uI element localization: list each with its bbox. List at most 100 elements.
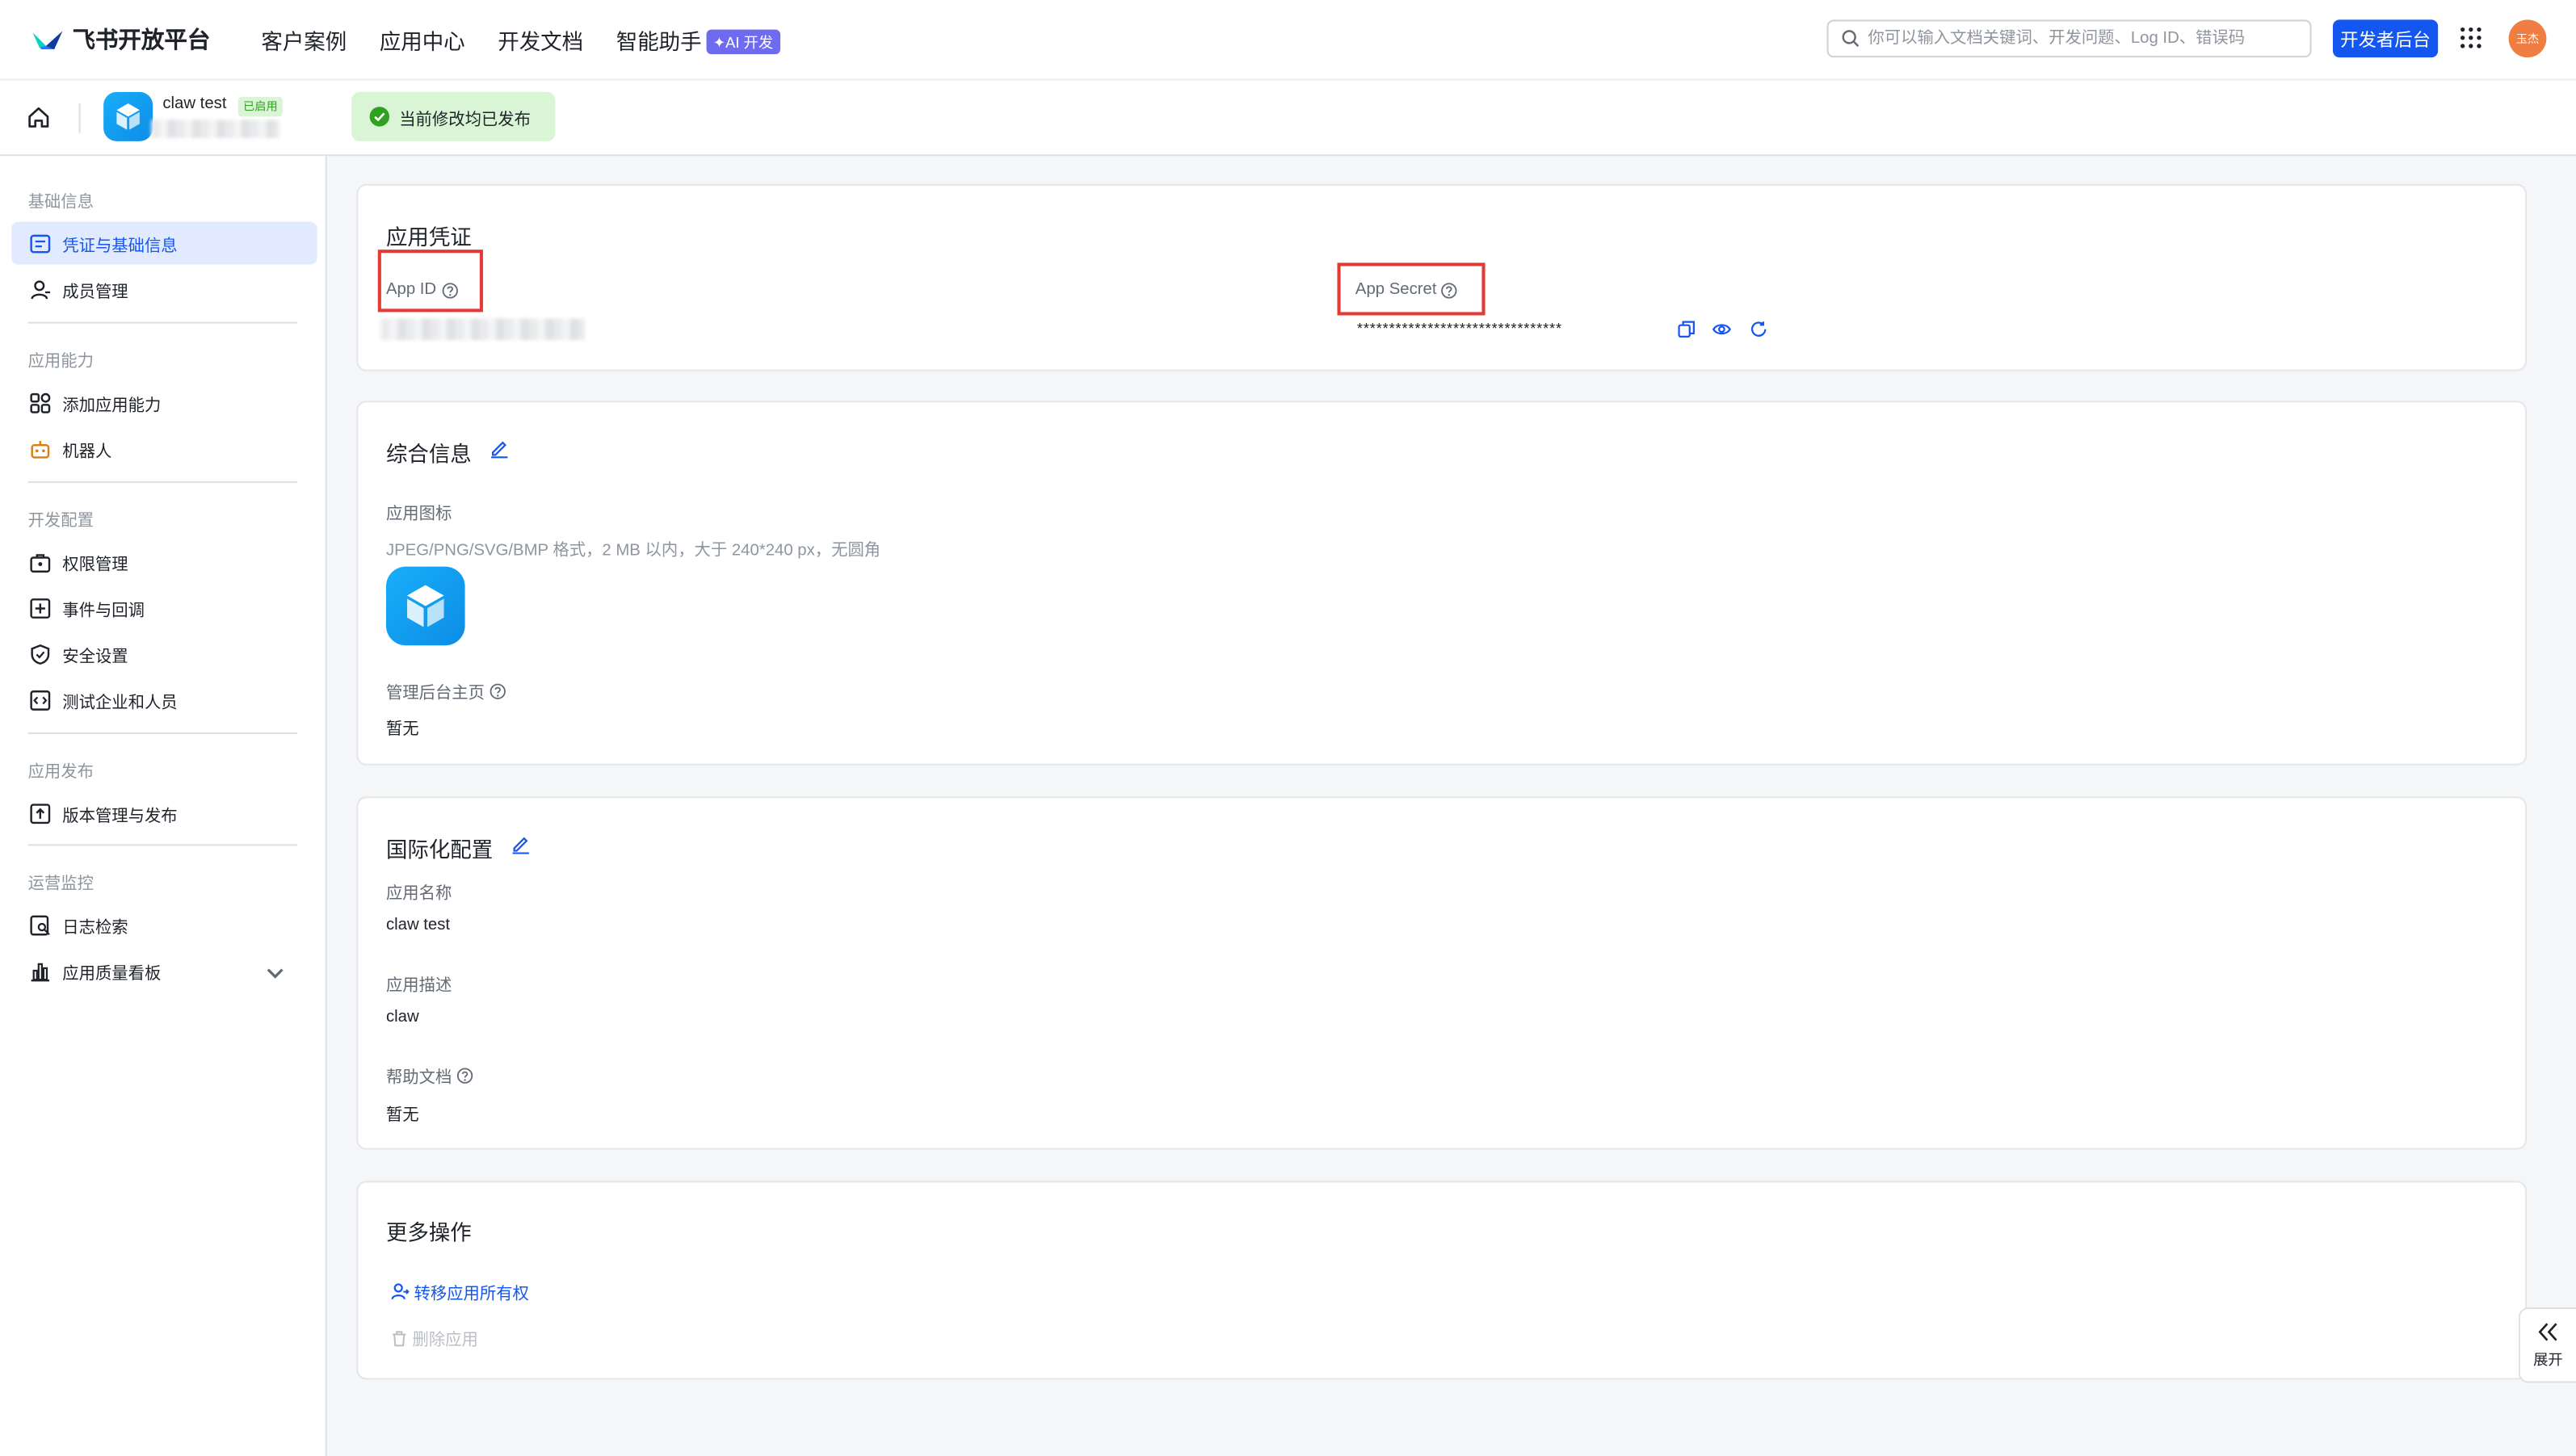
admin-home-label: 管理后台主页 [386,678,506,703]
nav-link-docs[interactable]: 开发文档 [498,23,583,55]
permission-icon [30,553,51,572]
sidebar-item-logs[interactable]: 日志检索 [11,904,317,946]
app-name: claw test [162,94,227,114]
i18n-config-card: 国际化配置 应用名称 claw test 应用描述 claw 帮助文档 暂无 [356,796,2527,1150]
sidebar-item-label: 机器人 [62,443,112,461]
nav-link-assistant-label: 智能助手 [616,28,702,54]
admin-home-label-text: 管理后台主页 [385,685,485,703]
i18n-title: 国际化配置 [385,837,494,862]
sidebar-item-label: 日志检索 [62,918,128,938]
more-actions-title: 更多操作 [385,1220,472,1245]
double-chevron-left-icon [2538,1322,2557,1341]
feishu-logo-icon [32,31,63,50]
sidebar-item-events[interactable]: 事件与回调 [11,586,317,629]
cube-icon [406,585,444,627]
apps-grid-icon[interactable] [2460,27,2482,49]
check-circle-icon [369,107,390,127]
eye-icon[interactable] [1712,321,1731,338]
expand-label: 展开 [2533,1350,2563,1368]
delete-app-text: 删除应用 [412,1332,478,1350]
robot-icon [31,440,50,458]
help-doc-value: 暂无 [385,1106,419,1126]
nav-link-app-center[interactable]: 应用中心 [380,23,465,55]
app-desc-label: 应用描述 [385,977,452,996]
transfer-user-icon [391,1283,410,1300]
sidebar-item-label: 版本管理与发布 [62,807,178,825]
search-box[interactable] [1826,19,2312,58]
app-icon-label: 应用图标 [385,506,452,524]
nav-link-assistant[interactable]: 智能助手 ✦AI 开发 [616,23,780,55]
general-info-title: 综合信息 [385,442,472,467]
divider [27,844,298,846]
app-secret-value: ******************************** [1356,320,1562,337]
ai-badge: ✦AI 开发 [706,28,780,54]
publish-status-toast: 当前修改均已发布 [351,91,556,141]
divider [27,321,298,324]
top-navigation: 飞书开放平台 客户案例 应用中心 开发文档 智能助手✦AI 开发 开发者后台 玉… [0,0,2576,79]
sidebar-item-quality-board[interactable]: 应用质量看板 [11,950,317,992]
app-icon-large[interactable] [385,566,465,646]
edit-icon[interactable] [490,438,509,459]
delete-app-link[interactable]: 删除应用 [391,1325,478,1350]
sidebar-group-basic: 基础信息 [27,193,94,212]
general-info-card: 综合信息 应用图标 JPEG/PNG/SVG/BMP 格式，2 MB 以内，大于… [356,401,2527,766]
bar-chart-icon [31,962,50,981]
sidebar-item-label: 测试企业和人员 [62,694,178,712]
divider [27,480,298,483]
brand-name: 飞书开放平台 [72,26,211,53]
app-icon [103,91,153,141]
help-circle-icon[interactable] [441,282,458,298]
app-icon-hint: JPEG/PNG/SVG/BMP 格式，2 MB 以内，大于 240*240 p… [385,542,881,560]
sidebar-item-label: 添加应用能力 [62,397,162,415]
app-status-badge: 已启用 [237,96,283,117]
sidebar-item-label: 应用质量看板 [62,964,162,984]
sidebar-item-add-capability[interactable]: 添加应用能力 [11,381,317,424]
sidebar-item-test-tenant[interactable]: 测试企业和人员 [11,678,317,721]
shield-icon [31,643,50,664]
developer-console-button[interactable]: 开发者后台 [2332,19,2439,58]
app-secret-label: App Secret [1355,281,1458,299]
search-icon [1842,30,1860,47]
divider [78,103,81,133]
sidebar-item-security[interactable]: 安全设置 [11,632,317,675]
cube-icon [116,103,140,130]
toast-text: 当前修改均已发布 [399,111,531,129]
user-icon [31,279,51,299]
app-id-label: App ID [386,281,458,299]
upload-box-icon [30,803,51,824]
help-circle-icon[interactable] [456,1067,473,1083]
expand-panel-button[interactable]: 展开 [2518,1307,2576,1383]
help-circle-icon[interactable] [490,682,506,699]
edit-icon[interactable] [511,834,531,854]
help-circle-icon[interactable] [1442,282,1458,298]
transfer-ownership-link[interactable]: 转移应用所有权 [391,1279,529,1304]
more-actions-card: 更多操作 转移应用所有权 删除应用 [356,1181,2527,1380]
sidebar-group-release: 应用发布 [27,763,94,783]
search-input[interactable] [1868,29,2296,48]
sidebar-item-permissions[interactable]: 权限管理 [11,540,317,583]
sidebar-item-label: 权限管理 [62,556,128,574]
sidebar-item-credentials[interactable]: 凭证与基础信息 [11,221,317,265]
brand[interactable]: 飞书开放平台 [32,23,211,56]
credentials-card: 应用凭证 App ID App Secret *****************… [356,183,2527,371]
sidebar-item-label: 安全设置 [62,648,128,666]
copy-icon[interactable] [1678,321,1696,338]
help-doc-label: 帮助文档 [386,1063,473,1087]
chevron-down-icon[interactable] [264,963,285,984]
sidebar-item-label: 凭证与基础信息 [62,237,178,256]
avatar[interactable]: 玉杰 [2508,19,2547,58]
redacted-app-id-value [380,318,586,340]
home-icon[interactable] [27,105,52,130]
sidebar-item-bot[interactable]: 机器人 [11,427,317,470]
sidebar-group-capabilities: 应用能力 [27,353,94,371]
sidebar-item-versions[interactable]: 版本管理与发布 [11,791,317,834]
sidebar-group-monitoring: 运营监控 [27,875,94,894]
capability-grid-icon [30,392,51,413]
app-desc-value: claw [385,1008,419,1027]
sidebar-item-label: 成员管理 [62,283,128,302]
credentials-title: 应用凭证 [385,224,472,250]
refresh-icon[interactable] [1750,321,1767,338]
sidebar-item-members[interactable]: 成员管理 [11,268,317,311]
nav-link-cases[interactable]: 客户案例 [261,23,347,55]
sidebar-group-dev-config: 开发配置 [27,512,94,531]
